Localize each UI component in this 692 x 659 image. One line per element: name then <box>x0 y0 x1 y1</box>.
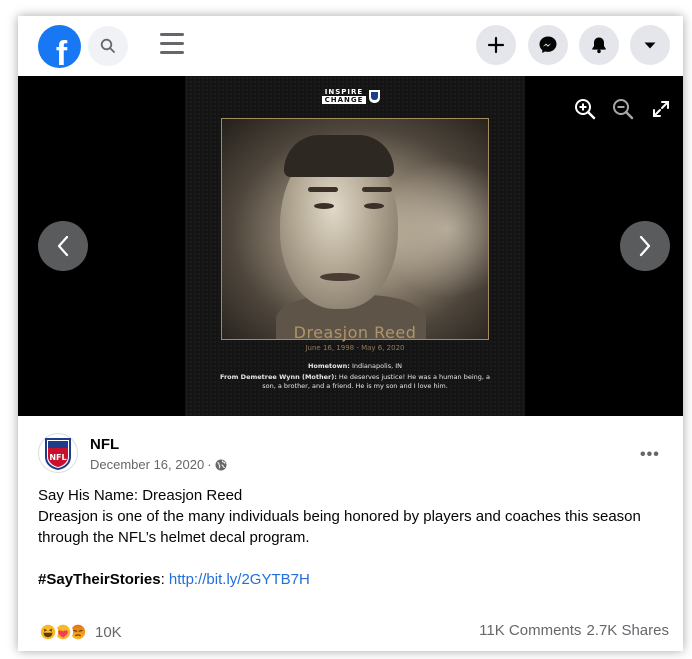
avatar-label: NFL <box>49 453 66 462</box>
post-line-headline: Say His Name: Dreasjon Reed <box>38 487 243 504</box>
page-avatar[interactable]: NFL <box>38 433 78 473</box>
post-stats: 11K Comments 2.7K Shares <box>479 622 669 639</box>
dropdown-caret-icon <box>644 42 656 49</box>
comments-count-link[interactable]: 11K Comments <box>479 622 581 639</box>
haha-reaction-icon <box>38 622 58 642</box>
previous-photo-button[interactable] <box>38 221 88 271</box>
shares-count-link[interactable]: 2.7K Shares <box>586 622 669 639</box>
notifications-button[interactable] <box>579 25 619 65</box>
nfl-shield-icon <box>369 89 380 103</box>
top-navigation-bar: f <box>18 16 683 76</box>
facebook-logo-letter: f <box>55 35 68 68</box>
post-text: Say His Name: Dreasjon Reed Dreasjon is … <box>38 485 678 590</box>
facebook-logo[interactable]: f <box>38 25 81 68</box>
zoom-in-button[interactable] <box>572 96 598 122</box>
zoom-out-button[interactable] <box>610 96 636 122</box>
logo-line-change: CHANGE <box>322 96 366 104</box>
poster-hometown: Hometown: Indianapolis, IN <box>185 362 525 370</box>
fullscreen-icon <box>653 101 669 117</box>
external-link[interactable]: http://bit.ly/2GYTB7H <box>169 571 310 588</box>
logo-line-inspire: INSPIRE <box>324 88 364 96</box>
reaction-count: 10K <box>95 623 122 641</box>
poster-name: Dreasjon Reed <box>293 323 417 342</box>
plus-icon <box>487 36 505 54</box>
hometown-value: Indianapolis, IN <box>351 362 403 370</box>
portrait-photo <box>221 118 489 340</box>
menu-icon[interactable] <box>160 33 184 57</box>
page-name-link[interactable]: NFL <box>90 436 119 453</box>
more-options-button[interactable]: ••• <box>640 446 660 464</box>
nfl-shield-icon: NFL <box>45 438 71 470</box>
post-date-link[interactable]: December 16, 2020 <box>90 457 204 472</box>
globe-icon <box>215 459 227 470</box>
hashtag-link[interactable]: #SayTheirStories <box>38 571 161 588</box>
zoom-in-icon <box>575 99 596 120</box>
poster-quote: From Demetree Wynn (Mother): He deserves… <box>215 373 495 391</box>
search-icon <box>100 38 115 53</box>
inspire-change-logo: INSPIRE CHANGE <box>322 86 388 106</box>
post-meta: December 16, 2020 · <box>90 457 227 472</box>
search-button[interactable] <box>88 26 128 66</box>
quote-attribution: From Demetree Wynn (Mother): <box>219 373 337 381</box>
account-menu-button[interactable] <box>630 25 670 65</box>
messenger-button[interactable] <box>528 25 568 65</box>
zoom-out-icon <box>613 99 634 120</box>
hashtag-colon: : <box>160 571 165 588</box>
create-button[interactable] <box>476 25 516 65</box>
bell-icon <box>592 37 606 54</box>
hometown-label: Hometown: <box>307 362 350 370</box>
post-line-body: Dreasjon is one of the many individuals … <box>38 508 641 546</box>
facebook-window: f INSPIRE CHANGE Dreasjon Reed June 16, … <box>18 16 683 651</box>
post-line-hashtag: #SayTheirStories: http://bit.ly/2GYTB7H <box>38 569 678 590</box>
next-photo-button[interactable] <box>620 221 670 271</box>
memorial-poster-image: INSPIRE CHANGE Dreasjon Reed June 16, 19… <box>185 76 525 416</box>
date-separator: · <box>207 457 212 472</box>
fullscreen-button[interactable] <box>648 96 674 122</box>
reactions-summary[interactable]: 10K <box>38 622 122 642</box>
chevron-left-icon <box>57 235 69 257</box>
messenger-icon <box>539 36 557 53</box>
chevron-right-icon <box>639 235 651 257</box>
poster-dates: June 16, 1998 - May 6, 2020 <box>305 344 405 352</box>
photo-viewer: INSPIRE CHANGE Dreasjon Reed June 16, 19… <box>18 76 683 416</box>
